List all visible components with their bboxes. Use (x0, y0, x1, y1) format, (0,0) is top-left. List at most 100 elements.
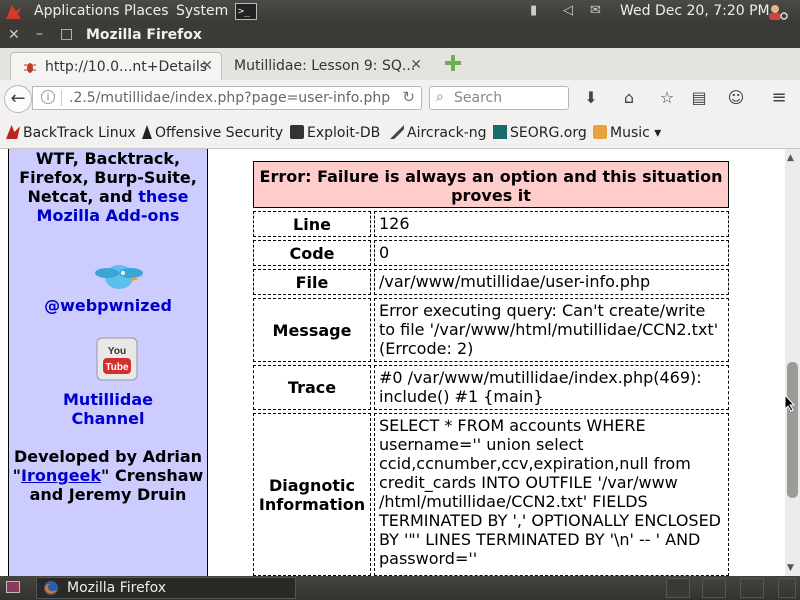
backtrack-dragon-icon[interactable] (4, 2, 24, 22)
maximize-window-button[interactable]: □ (60, 26, 73, 42)
sidebar-text: Developed by Adrian (13, 447, 203, 466)
row-label-diagnostic: Diagnotic Information (253, 413, 371, 576)
bottom-panel: Mozilla Firefox (0, 576, 800, 600)
bookmark-label: Exploit-DB (307, 125, 381, 141)
bookmark-music-folder[interactable]: Music ▾ (593, 125, 661, 141)
close-tab-icon[interactable]: ✕ (201, 58, 213, 74)
twitter-handle-link[interactable]: @webpwnized (9, 296, 207, 315)
taskbar-label: Mozilla Firefox (67, 580, 167, 596)
quote: " (12, 466, 22, 485)
scroll-down-arrow-icon[interactable]: ▼ (787, 563, 794, 573)
row-label-message: Message (253, 298, 371, 362)
irongeek-link[interactable]: Irongeek (21, 466, 101, 485)
sidebar-text: and Jeremy Druin (29, 485, 187, 504)
minimize-window-button[interactable]: – (36, 26, 43, 42)
search-icon: ⌕ (436, 89, 444, 105)
terminal-launcher-icon[interactable]: >_ (235, 3, 257, 20)
show-desktop-icon[interactable] (6, 581, 20, 593)
tab-bar: http://10.0...nt+Details ✕ Mutillidae: L… (0, 48, 800, 81)
back-button[interactable]: ← (4, 85, 32, 113)
bookmark-backtrack-linux[interactable]: BackTrack Linux (6, 125, 136, 141)
reading-list-icon[interactable]: ▤ (688, 88, 710, 108)
sidebar-text: Firefox, Burp-Suite, (19, 168, 197, 187)
url-bar[interactable]: i .2.5/mutillidae/index.php?page=user-in… (32, 86, 422, 110)
download-icon[interactable]: ⬇ (580, 88, 602, 108)
site-info-icon[interactable]: i (41, 90, 55, 104)
url-separator (61, 90, 62, 106)
home-icon[interactable]: ⌂ (618, 88, 640, 108)
twitter-bird-icon[interactable] (93, 259, 145, 293)
scrollbar-thumb[interactable] (787, 362, 798, 498)
exploit-db-icon (290, 125, 304, 139)
row-value-diagnostic: SELECT * FROM accounts WHERE username=''… (374, 413, 729, 576)
aircrack-icon (390, 125, 404, 139)
row-value-file: /var/www/mutillidae/user-info.php (374, 269, 729, 295)
mutillidae-channel-link[interactable]: Mutillidae (9, 390, 207, 409)
sidebar-text-prefix: Netcat, and (27, 187, 139, 206)
youtube-icon[interactable]: You Tube (95, 336, 139, 382)
close-tab-icon[interactable]: ✕ (410, 57, 422, 73)
tab-user-info[interactable]: http://10.0...nt+Details ✕ (10, 52, 222, 80)
workspace-2[interactable] (702, 578, 726, 598)
clock[interactable]: Wed Dec 20, 7:20 PM (620, 3, 770, 19)
window-titlebar[interactable]: ✕ – □ Mozilla Firefox (0, 24, 800, 48)
sidebar-text: WTF, Backtrack, (35, 149, 181, 168)
applications-menu[interactable]: Applications (34, 3, 120, 19)
tab-mutillidae-lesson[interactable]: Mutillidae: Lesson 9: SQ... ✕ (226, 52, 430, 80)
window-title: Mozilla Firefox (86, 27, 202, 43)
seorg-icon (493, 125, 507, 139)
trash-icon[interactable] (778, 578, 796, 598)
svg-text:You: You (108, 346, 126, 357)
workspace-3[interactable] (740, 578, 764, 598)
system-menu[interactable]: System (176, 3, 228, 19)
search-input[interactable]: ⌕ Search (429, 86, 569, 110)
bookmark-exploit-db[interactable]: Exploit-DB (290, 125, 380, 141)
bookmark-label: Aircrack-ng (407, 125, 487, 141)
mozilla-addons-link[interactable]: Mozilla Add-ons (9, 206, 207, 225)
reload-icon[interactable]: ↻ (402, 88, 415, 106)
row-value-message: Error executing query: Can't create/writ… (374, 298, 729, 362)
bookmark-star-icon[interactable]: ☆ (656, 88, 678, 108)
error-title: Error: Failure is always an option and t… (253, 161, 729, 208)
bookmark-label: Offensive Security (155, 125, 284, 141)
chat-icon[interactable]: ☺ (725, 88, 747, 108)
vertical-scrollbar[interactable]: ▲ ▼ (785, 149, 800, 576)
bookmark-label: Music ▾ (610, 125, 662, 141)
bookmark-label: SEORG.org (510, 125, 587, 141)
places-menu[interactable]: Places (124, 3, 169, 19)
page-content: WTF, Backtrack, Firefox, Burp-Suite, Net… (0, 149, 785, 576)
row-value-line: 126 (374, 211, 729, 237)
mail-icon[interactable]: ✉ (590, 3, 601, 18)
user-power-icon[interactable] (766, 3, 788, 21)
scroll-up-arrow-icon[interactable]: ▲ (787, 153, 794, 163)
mutillidae-sidebar: WTF, Backtrack, Firefox, Burp-Suite, Net… (8, 149, 208, 576)
sidebar-text: "Irongeek" Crenshaw (9, 466, 207, 485)
bookmarks-toolbar: BackTrack Linux Offensive Security Explo… (0, 118, 800, 149)
bookmark-offensive-security[interactable]: Offensive Security (142, 125, 283, 141)
row-label-line: Line (253, 211, 371, 237)
search-placeholder: Search (454, 90, 503, 106)
row-label-code: Code (253, 240, 371, 266)
top-panel: Applications Places System >_ ▮ ◁ ✉ Wed … (0, 0, 800, 24)
firefox-icon (44, 581, 58, 595)
close-window-button[interactable]: ✕ (8, 27, 20, 43)
mouse-pointer-icon (784, 394, 796, 412)
row-label-file: File (253, 269, 371, 295)
mutillidae-channel-link[interactable]: Channel (9, 409, 207, 428)
row-label-trace: Trace (253, 365, 371, 410)
new-tab-plus-icon[interactable] (443, 53, 463, 73)
these-link[interactable]: these (138, 187, 188, 206)
taskbar-firefox-window[interactable]: Mozilla Firefox (36, 577, 296, 599)
volume-icon[interactable]: ◁ (563, 3, 573, 18)
backtrack-dragon-icon (6, 125, 20, 139)
folder-icon (593, 125, 607, 139)
bookmark-aircrack-ng[interactable]: Aircrack-ng (390, 125, 487, 141)
bug-favicon-icon (24, 63, 36, 73)
sidebar-text: " Crenshaw (101, 466, 204, 485)
svg-text:Tube: Tube (105, 362, 129, 373)
battery-icon[interactable]: ▮ (530, 3, 537, 18)
bookmark-seorg[interactable]: SEORG.org (493, 125, 587, 141)
hamburger-menu-icon[interactable]: ≡ (768, 88, 790, 108)
url-text[interactable]: .2.5/mutillidae/index.php?page=user-info… (69, 90, 390, 106)
workspace-1-firefox-icon[interactable] (666, 578, 690, 598)
